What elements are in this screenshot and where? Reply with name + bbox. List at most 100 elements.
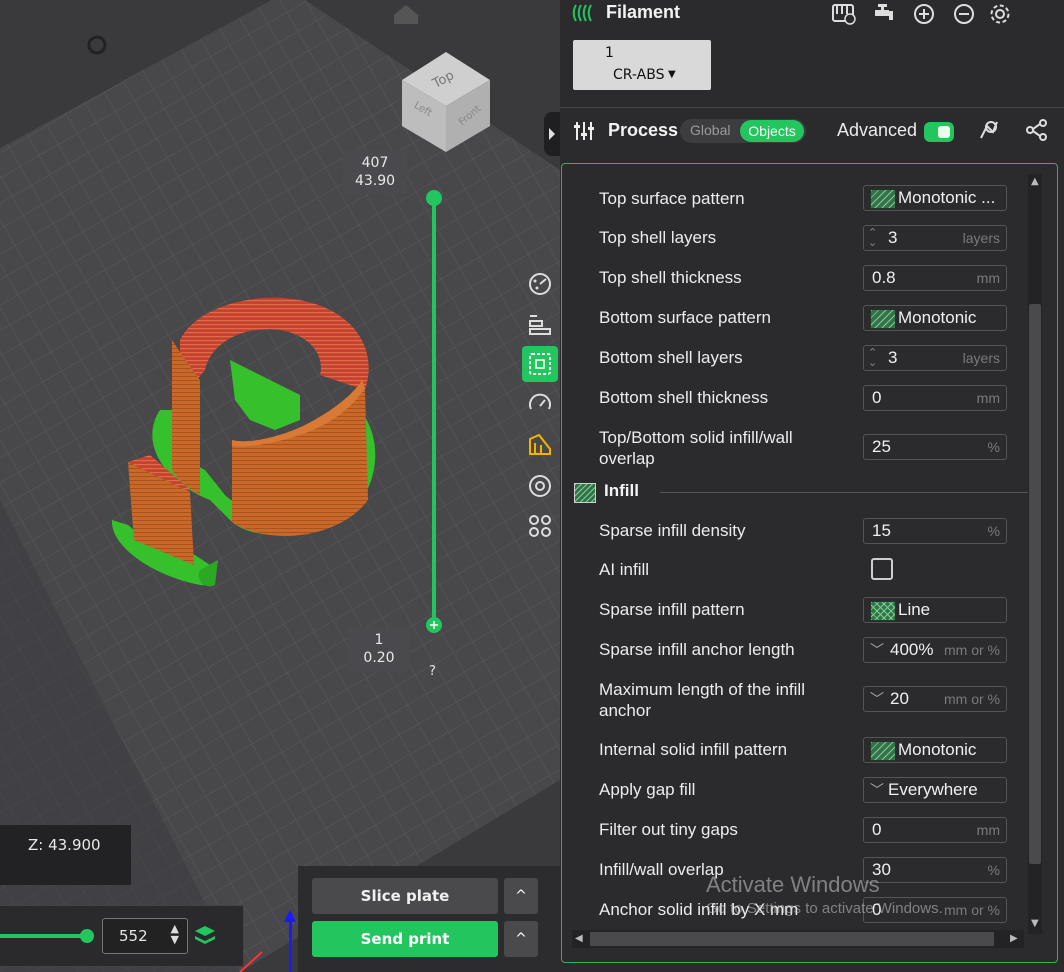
home-icon[interactable] [394,5,418,24]
layer-scrub-bar: 552 ▲ ▼ [0,905,244,967]
internal-solid-infill-pattern-select[interactable]: Monotonic [863,737,1007,763]
filament-header: Filament [560,0,1064,28]
support-icon[interactable] [522,426,558,462]
apply-gap-fill-select[interactable]: ﹀ Everywhere [863,777,1007,803]
spin-arrows-icon[interactable]: ⌃ ⌄ [868,348,877,369]
dashboard-icon[interactable] [522,266,558,302]
settings-sidebar: Filament 1 CR-ABS ▼ Process Global Objec… [560,0,1064,972]
ai-infill-checkbox[interactable] [871,558,893,580]
compare-icon[interactable] [976,118,1002,142]
slice-action-panel: Slice plate ^ Send print ^ [298,866,560,972]
scope-global-tab[interactable]: Global [690,122,730,138]
setting-label: Filter out tiny gaps [599,820,738,839]
infill-icon [574,483,596,503]
setting-label: Bottom shell thickness [599,388,769,407]
sparse-infill-density-input[interactable]: 15 % [863,518,1007,544]
monotonic-pattern-icon [870,741,896,761]
layer-stack-icon[interactable] [193,924,217,952]
slice-plate-button[interactable]: Slice plate [312,878,498,914]
help-icon[interactable]: ? [429,664,436,679]
setting-label: Bottom surface pattern [599,308,771,327]
process-header: Process Global Objects Advanced [560,110,1064,154]
filament-title: Filament [606,2,681,22]
line-pattern-icon [870,601,896,621]
filament-slot-name: CR-ABS [613,67,665,83]
divider [560,107,1064,108]
scope-switch[interactable]: Global Objects [680,119,806,143]
scroll-left-icon[interactable]: ◀ [575,933,583,944]
scroll-down-icon[interactable]: ▼ [1031,918,1039,929]
scope-objects-tab[interactable]: Objects [740,120,804,142]
setting-label: Sparse infill density [599,521,746,540]
3d-viewport[interactable]: Top Left Front 407 43.90 1 0.20 ? Z: 43.… [0,0,560,972]
windows-activation-watermark: Activate Windows Go to Settings to activ… [706,872,943,917]
slice-options-button[interactable]: ^ [504,878,538,914]
measure-icon[interactable] [522,468,558,504]
layer-view-icon[interactable] [522,346,558,382]
remove-icon[interactable] [951,2,977,26]
z-axis [289,918,292,972]
setting-label: Internal solid infill pattern [599,740,788,759]
chevron-down-icon[interactable]: ﹀ [870,689,884,709]
sparse-infill-pattern-select[interactable]: Line [863,597,1007,623]
spin-arrows-icon[interactable]: ⌃ ⌄ [868,228,877,249]
tap-icon[interactable] [871,2,897,26]
spin-arrows-icon[interactable]: ▲ ▼ [171,923,179,945]
arrange-icon[interactable] [522,306,558,342]
z-height-readout: Z: 43.900 [0,825,131,885]
filament-slot-1[interactable]: 1 CR-ABS ▼ [573,40,711,90]
panel-collapse-handle[interactable] [544,112,560,156]
advanced-label: Advanced [837,120,918,140]
setting-label: Sparse infill anchor length [599,640,795,659]
top-bottom-overlap-input[interactable]: 25 % [863,434,1007,460]
setting-label: Top shell layers [599,228,717,247]
advanced-toggle[interactable] [924,122,954,142]
horizontal-scroll-thumb[interactable] [590,932,994,946]
top-layer-label: 407 43.90 [343,150,407,194]
top-shell-thickness-input[interactable]: 0.8 mm [863,265,1007,291]
add-icon[interactable] [911,2,937,26]
chevron-down-icon[interactable]: ﹀ [870,640,884,660]
bottom-surface-pattern-select[interactable]: Monotonic [863,305,1007,331]
send-print-button[interactable]: Send print [312,921,498,957]
plate-marker-icon [87,35,107,55]
layer-scrub-knob[interactable] [80,929,94,943]
top-layer-handle[interactable] [426,190,442,206]
top-surface-pattern-select[interactable]: Monotonic ... [863,185,1007,211]
setting-label: Top surface pattern [599,189,745,208]
share-icon[interactable] [1024,118,1050,142]
sparse-infill-anchor-combo[interactable]: ﹀ 400% mm or % [863,637,1007,663]
ams-icon[interactable] [831,2,857,26]
scroll-right-icon[interactable]: ▶ [1010,933,1018,944]
bottom-shell-layers-input[interactable]: ⌃ ⌄ 3 layers [863,345,1007,371]
setting-label: Maximum length of the infill anchor [599,680,805,720]
speed-icon[interactable] [522,386,558,422]
dropdown-caret-icon[interactable]: ▼ [668,69,676,80]
max-infill-anchor-combo[interactable]: ﹀ 20 mm or % [863,686,1007,712]
setting-label: Bottom shell layers [599,348,743,367]
settings-icon[interactable] [987,2,1013,26]
layer-number-input[interactable]: 552 ▲ ▼ [102,918,188,954]
vertical-scroll-thumb[interactable] [1029,304,1041,864]
process-title: Process [608,120,679,140]
filament-slot-number: 1 [605,45,614,61]
assembly-icon[interactable] [522,508,558,544]
filament-icon [572,2,594,28]
horizontal-scrollbar[interactable]: ◀ ▶ [572,930,1024,948]
layer-scrub-track[interactable] [0,934,88,938]
scroll-up-icon[interactable]: ▲ [1031,176,1039,187]
infill-section-title: Infill [604,481,639,500]
vertical-scrollbar[interactable]: ▲ ▼ [1028,174,1042,934]
chevron-down-icon[interactable]: ﹀ [870,780,884,800]
setting-label: AI infill [599,560,650,579]
setting-label: Apply gap fill [599,780,696,799]
process-settings-list[interactable]: Top surface pattern Monotonic ... Top sh… [561,163,1058,963]
top-shell-layers-input[interactable]: ⌃ ⌄ 3 layers [863,225,1007,251]
setting-label: Top shell thickness [599,268,742,287]
setting-label: Top/Bottom solid infill/wall overlap [599,428,793,468]
send-options-button[interactable]: ^ [504,921,538,957]
bottom-layer-label: 1 0.20 [348,627,410,671]
filter-tiny-gaps-input[interactable]: 0 mm [863,817,1007,843]
bottom-shell-thickness-input[interactable]: 0 mm [863,385,1007,411]
monotonic-pattern-icon [870,189,896,209]
